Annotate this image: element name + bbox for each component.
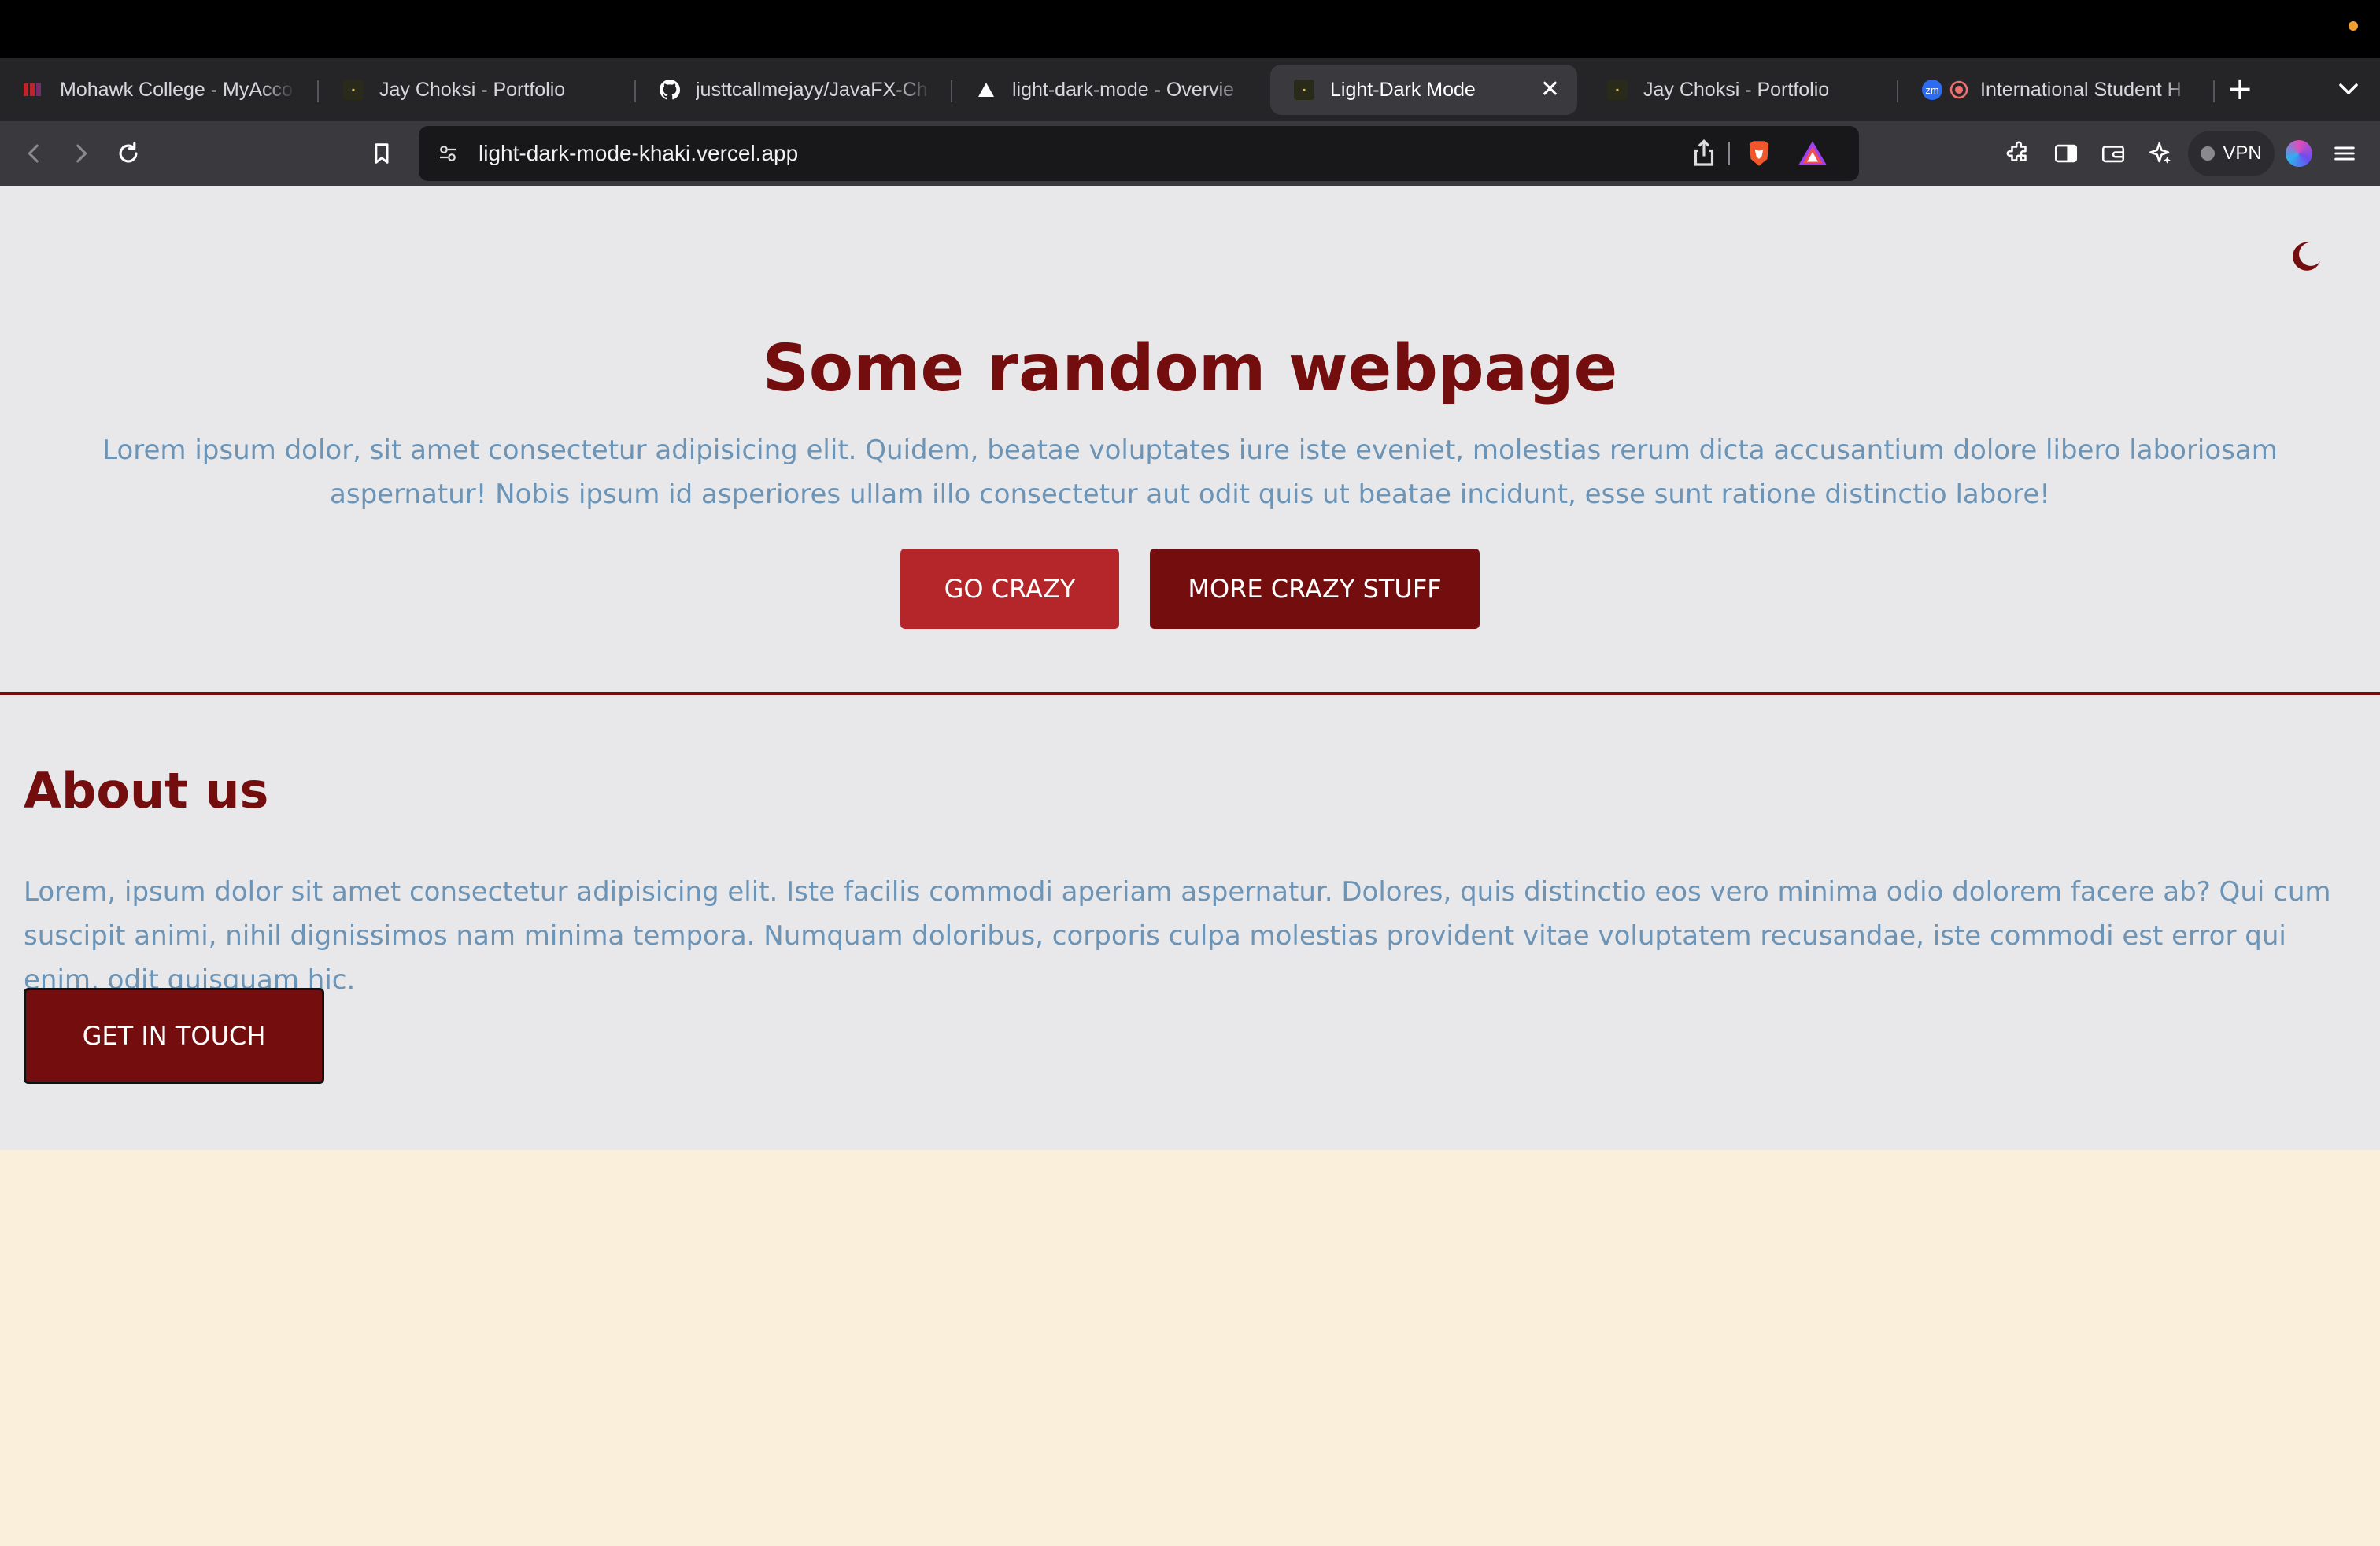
close-tab-icon[interactable]: ✕ xyxy=(1540,78,1560,102)
tab-mohawk-college[interactable]: Mohawk College - MyAcco xyxy=(0,65,313,115)
tab-separator xyxy=(2213,80,2215,102)
browser-toolbar: light-dark-mode-khaki.vercel.app VPN xyxy=(0,121,2380,186)
portfolio-favicon: ▪ xyxy=(343,80,364,100)
zoom-favicon: zm xyxy=(1922,80,1942,100)
tab-vercel-overview[interactable]: light-dark-mode - Overvie xyxy=(952,65,1266,115)
tab-portfolio[interactable]: ▪ Jay Choksi - Portfolio xyxy=(320,65,633,115)
mohawk-favicon xyxy=(24,80,44,100)
tab-light-dark-mode[interactable]: ▪ Light-Dark Mode ✕ xyxy=(1270,65,1577,115)
tab-strip: Mohawk College - MyAcco ▪ Jay Choksi - P… xyxy=(0,58,2380,121)
tab-title: Jay Choksi - Portfolio xyxy=(379,78,566,101)
tab-title: justtcallmejayy/JavaFX-Ch xyxy=(696,78,928,101)
brave-rewards-icon[interactable] xyxy=(1796,137,1829,170)
github-icon xyxy=(660,80,680,100)
brave-shields-icon[interactable] xyxy=(1743,137,1776,170)
leo-ai-icon[interactable] xyxy=(2139,132,2182,175)
vpn-button[interactable]: VPN xyxy=(2188,131,2275,176)
about-heading: About us xyxy=(24,762,269,819)
url-text[interactable]: light-dark-mode-khaki.vercel.app xyxy=(479,126,798,181)
tab-title: International Student H xyxy=(1980,78,2182,101)
reload-icon[interactable] xyxy=(107,132,150,175)
tab-github[interactable]: justtcallmejayy/JavaFX-Ch xyxy=(636,65,949,115)
back-icon[interactable] xyxy=(13,132,55,175)
tab-title: Mohawk College - MyAcco xyxy=(60,78,293,101)
web-page: Some random webpage Lorem ipsum dolor, s… xyxy=(0,186,2380,1546)
tab-list-chevron-icon[interactable] xyxy=(2333,69,2364,110)
moon-icon[interactable] xyxy=(2286,236,2325,276)
about-paragraph: Lorem, ipsum dolor sit amet consectetur … xyxy=(24,876,2331,996)
about-section: About us Lorem, ipsum dolor sit amet con… xyxy=(0,695,2380,1150)
hero-paragraph: Lorem ipsum dolor, sit amet consectetur … xyxy=(102,435,2278,510)
share-icon[interactable] xyxy=(1687,137,1720,170)
address-bar-separator xyxy=(1728,142,1730,165)
hero-section: Some random webpage Lorem ipsum dolor, s… xyxy=(0,186,2380,693)
forward-icon[interactable] xyxy=(60,132,102,175)
recording-icon xyxy=(1949,80,1969,100)
go-crazy-button[interactable]: GO CRAZY xyxy=(900,549,1119,629)
more-crazy-stuff-button[interactable]: MORE CRAZY STUFF xyxy=(1150,549,1480,629)
window-title-bar xyxy=(0,0,2380,58)
address-bar[interactable]: light-dark-mode-khaki.vercel.app xyxy=(419,126,1859,181)
tab-title: light-dark-mode - Overvie xyxy=(1012,78,1235,101)
portfolio-favicon: ▪ xyxy=(1607,80,1628,100)
menu-icon[interactable] xyxy=(2323,132,2366,175)
site-settings-icon[interactable] xyxy=(430,135,466,172)
vpn-status-dot xyxy=(2201,146,2216,161)
sidebar-icon[interactable] xyxy=(2045,132,2087,175)
tab-separator xyxy=(317,80,319,102)
tab-portfolio-2[interactable]: ▪ Jay Choksi - Portfolio xyxy=(1584,65,1897,115)
recording-indicator-dot xyxy=(2349,21,2358,31)
vpn-label: VPN xyxy=(2223,142,2262,164)
wallet-icon[interactable] xyxy=(2092,132,2134,175)
get-in-touch-button[interactable]: GET IN TOUCH xyxy=(24,988,324,1084)
tab-international-student[interactable]: zm International Student H xyxy=(1898,65,2213,115)
extensions-icon[interactable] xyxy=(1998,132,2040,175)
profile-avatar[interactable] xyxy=(2286,140,2312,167)
bookmark-icon[interactable] xyxy=(360,132,403,175)
tab-title: Jay Choksi - Portfolio xyxy=(1643,78,1830,101)
tab-title: Light-Dark Mode xyxy=(1330,78,1476,101)
vercel-icon xyxy=(976,80,996,100)
page-title: Some random webpage xyxy=(762,331,1618,406)
new-tab-button[interactable]: + xyxy=(2224,69,2256,110)
portfolio-favicon: ▪ xyxy=(1294,80,1314,100)
